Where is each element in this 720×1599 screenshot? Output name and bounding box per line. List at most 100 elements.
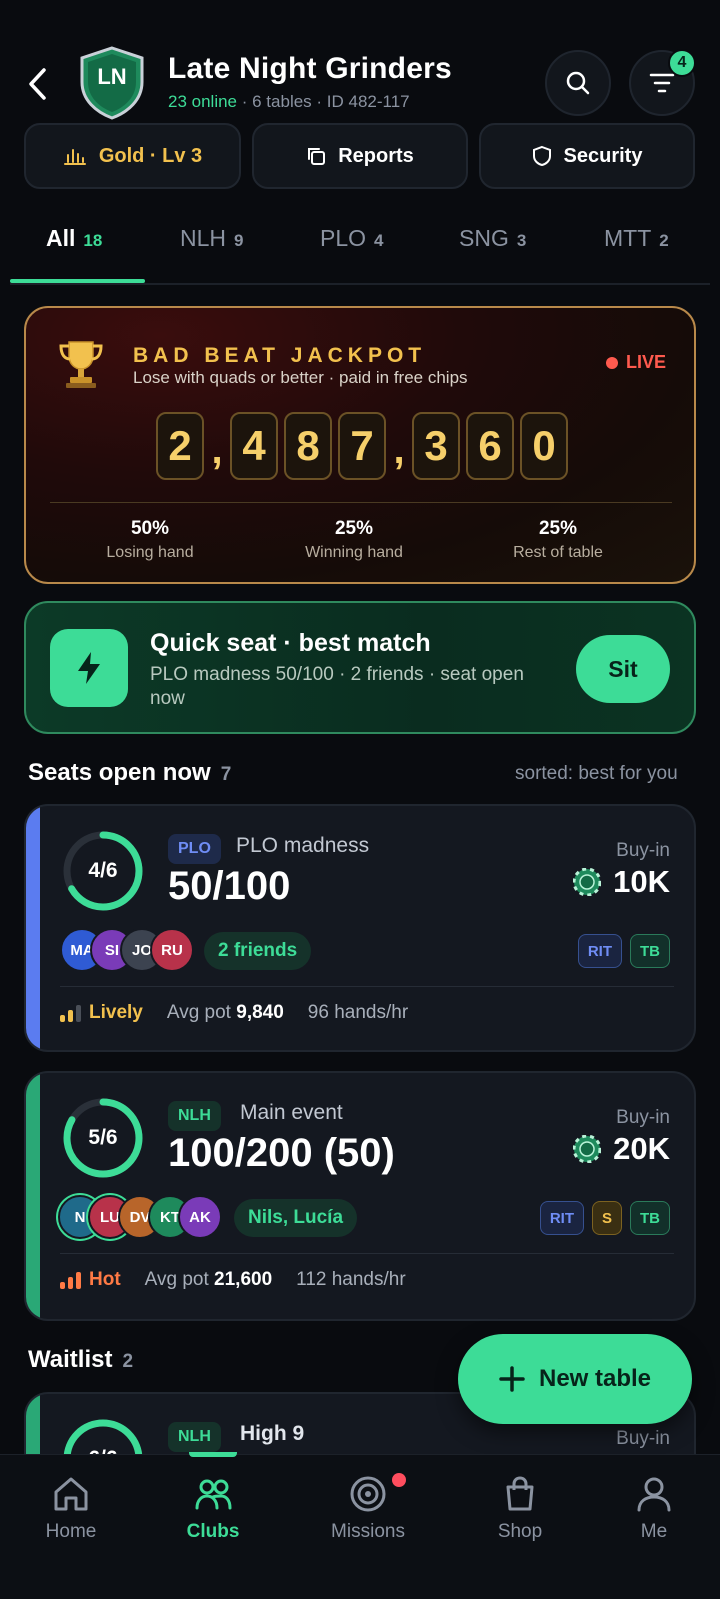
avg-pot: Avg pot 9,840 (167, 1002, 284, 1024)
jackpot-separator: , (393, 428, 405, 472)
avg-pot-label: Avg pot (144, 1269, 209, 1290)
active-nav-indicator (189, 1452, 237, 1457)
game-stripe (26, 806, 40, 1050)
quick-seat-subtitle: PLO madness 50/100 · 2 friends · seat op… (150, 664, 524, 709)
jackpot-digit: 2 (156, 412, 204, 480)
jackpot-digit: 3 (412, 412, 460, 480)
filter-icon (649, 73, 675, 93)
notification-dot (392, 1473, 406, 1487)
table-stats: Hot Avg pot 21,600 112 hands/hr (60, 1269, 406, 1291)
avatar: AK (178, 1195, 222, 1239)
tab-sng[interactable]: SNG 3 (459, 225, 526, 252)
activity-bars-icon (60, 1271, 81, 1289)
friends-badge: 2 friends (204, 932, 312, 970)
game-type-tabs: All 18 NLH 9 PLO 4 SNG 3 MTT 2 (10, 215, 710, 285)
jackpot-subtitle: Lose with quads or better · paid in free… (133, 368, 468, 387)
stakes: 50/100 (168, 864, 291, 908)
online-count: 23 online (168, 92, 238, 111)
jackpot-digit: 8 (284, 412, 332, 480)
option-chip: RIT (577, 934, 622, 968)
plus-icon (499, 1366, 525, 1392)
split-winning: 25% Winning hand (254, 518, 454, 562)
activity-level: Hot (60, 1269, 121, 1291)
security-label: Security (563, 144, 643, 167)
friends-badge: Nils, Lucía (234, 1199, 358, 1237)
jackpot-digit: 4 (230, 412, 278, 480)
gold-level-button[interactable]: Gold · Lv 3 (24, 123, 241, 189)
copy-icon (308, 148, 326, 165)
split-pct: 25% (538, 518, 578, 539)
nav-shop[interactable]: Shop (465, 1475, 575, 1543)
jackpot-divider (50, 502, 672, 503)
card-divider (60, 1253, 674, 1254)
activity-bars-icon (60, 1004, 81, 1022)
game-tag: PLO (168, 834, 221, 864)
club-crest: LN (80, 46, 144, 120)
section-count: 2 (122, 1351, 134, 1372)
back-button[interactable] (22, 64, 52, 104)
tab-plo[interactable]: PLO 4 (320, 225, 384, 252)
club-title: Late Night Grinders (168, 52, 452, 85)
target-icon (350, 1476, 386, 1512)
tab-label: NLH (180, 225, 227, 251)
option-chip: S (591, 1201, 622, 1235)
new-table-button[interactable]: New table (458, 1334, 692, 1424)
nav-missions[interactable]: Missions (313, 1473, 423, 1543)
nav-me[interactable]: Me (599, 1475, 709, 1543)
quick-seat-card[interactable]: Quick seat · best match PLO madness 50/1… (24, 601, 696, 734)
split-label: Losing hand (106, 544, 194, 561)
avg-pot-value: 9,840 (236, 1002, 284, 1023)
live-label: LIVE (626, 352, 667, 372)
sort-selector[interactable]: sorted: best for you (515, 763, 678, 785)
tab-count: 4 (374, 231, 384, 250)
shopping-bag-icon (506, 1476, 534, 1511)
search-button[interactable] (545, 50, 611, 116)
activity-label: Hot (89, 1269, 121, 1290)
users-icon (195, 1479, 232, 1510)
home-icon (54, 1477, 88, 1511)
quick-seat-title: Quick seat · best match (150, 629, 431, 657)
avg-pot-label: Avg pot (166, 1002, 231, 1023)
buyin-label: Buy-in (616, 1428, 670, 1449)
game-tag: NLH (168, 1422, 221, 1452)
table-options: RIT TB (577, 934, 670, 968)
active-tab-indicator (10, 279, 145, 283)
club-meta-text: · 6 tables · ID 482-117 (241, 92, 410, 111)
buyin-label: Buy-in (616, 840, 670, 861)
hands-per-hour: 112 hands/hr (296, 1269, 406, 1290)
nav-label: Me (640, 1521, 668, 1542)
nav-clubs[interactable]: Clubs (158, 1475, 268, 1543)
nav-label: Missions (331, 1521, 405, 1542)
reports-button[interactable]: Reports (252, 123, 468, 189)
sit-button[interactable]: Sit (576, 635, 670, 703)
buyin: 20K (573, 1131, 670, 1167)
nav-home[interactable]: Home (16, 1475, 126, 1543)
buyin-amount: 10K (613, 864, 670, 899)
tab-mtt[interactable]: MTT 2 (604, 225, 669, 252)
shield-icon (532, 145, 551, 167)
split-rest: 25% Rest of table (458, 518, 658, 562)
bottom-nav: Home Clubs Missions Shop Me (0, 1454, 720, 1599)
tab-label: SNG (459, 225, 509, 251)
bad-beat-jackpot-card[interactable]: BAD BEAT JACKPOT Lose with quads or bett… (24, 306, 696, 584)
tab-count: 18 (83, 231, 103, 250)
live-badge: LIVE (606, 352, 666, 373)
table-card[interactable]: 4/6 PLO PLO madness 50/100 Buy-in 10K MA… (24, 804, 696, 1052)
chevron-left-icon (29, 68, 46, 100)
table-name: Main event (240, 1101, 343, 1124)
tab-nlh[interactable]: NLH 9 (180, 225, 243, 252)
buyin: 10K (573, 864, 670, 900)
search-icon (566, 71, 590, 95)
table-options: RIT S TB (539, 1201, 670, 1235)
tab-count: 2 (659, 231, 669, 250)
hands-per-hour: 96 hands/hr (307, 1002, 409, 1023)
security-button[interactable]: Security (479, 123, 695, 189)
tab-all[interactable]: All 18 (46, 225, 102, 252)
avg-pot-value: 21,600 (214, 1269, 273, 1290)
seat-count: 5/6 (88, 1126, 118, 1149)
lightning-icon (50, 629, 128, 707)
waitlist-heading: Waitlist 2 (28, 1346, 133, 1374)
split-losing: 50% Losing hand (50, 518, 250, 562)
bar-chart-icon (63, 149, 86, 165)
table-card[interactable]: 5/6 NLH Main event 100/200 (50) Buy-in 2… (24, 1071, 696, 1321)
